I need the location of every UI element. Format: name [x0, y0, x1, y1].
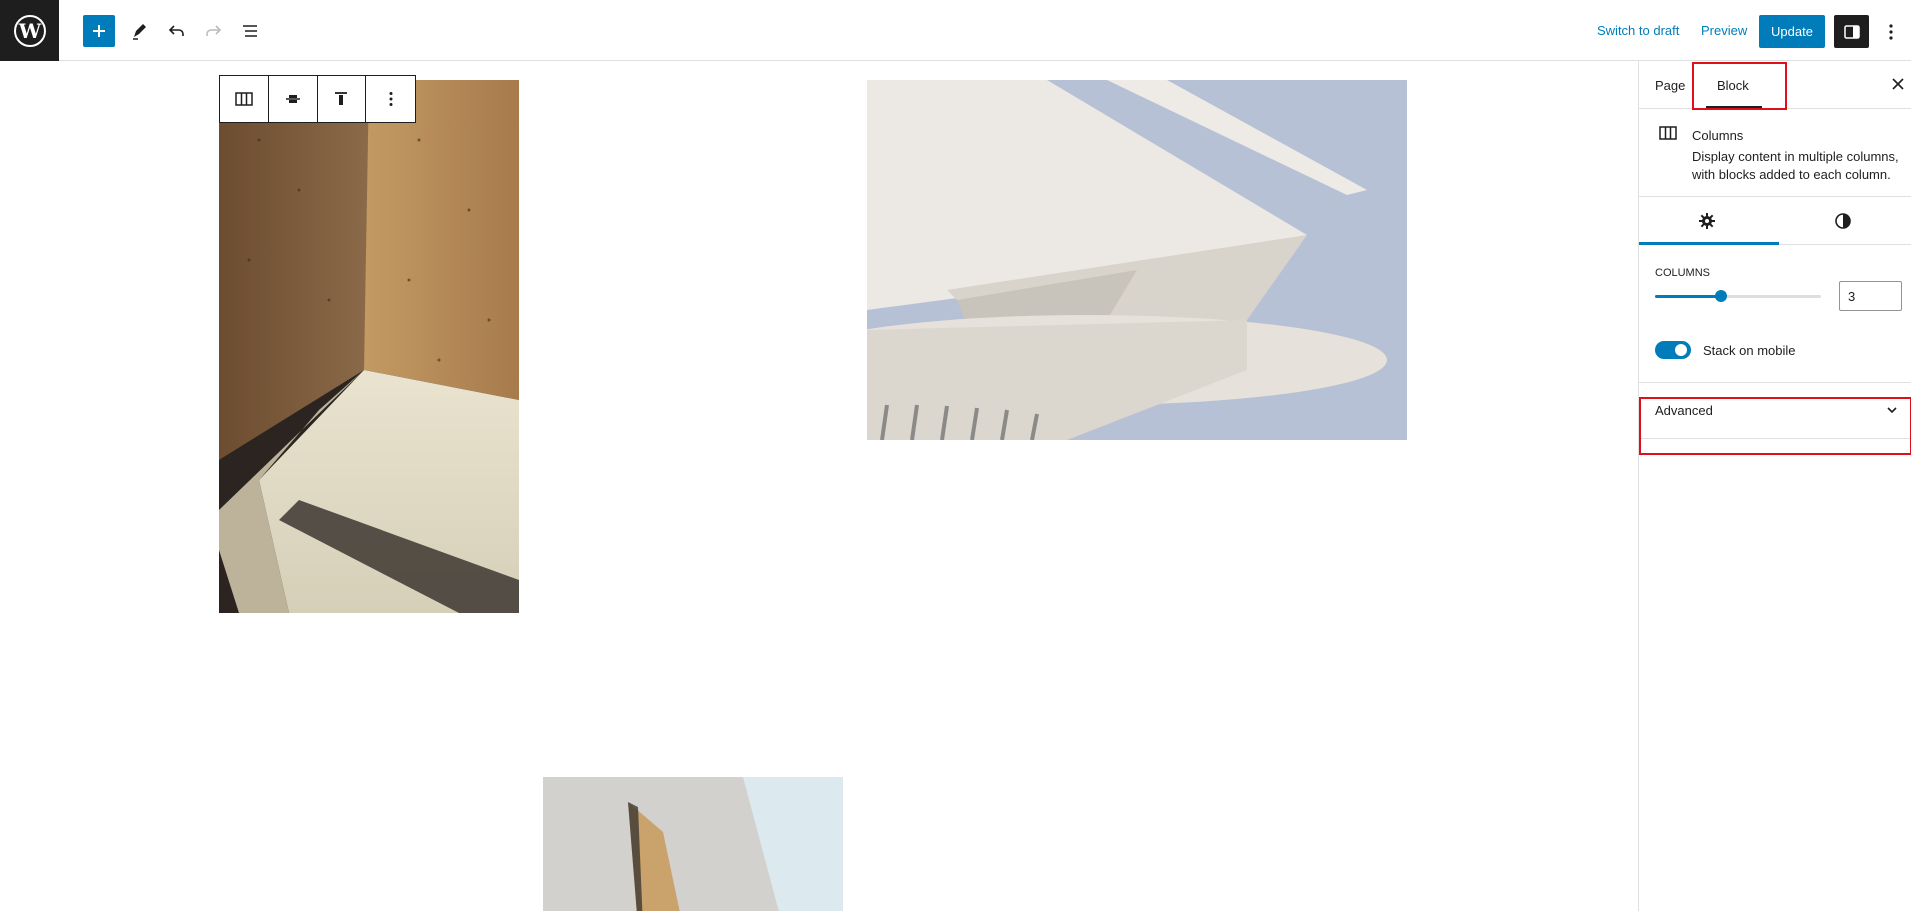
- editor-header: W Switch to draft Preview Update: [0, 0, 1911, 61]
- switch-to-draft-button[interactable]: Switch to draft: [1597, 23, 1679, 38]
- align-button[interactable]: [269, 76, 318, 122]
- redo-button[interactable]: [197, 15, 229, 47]
- wordpress-logo-icon[interactable]: W: [0, 0, 59, 61]
- block-card: Columns Display content in multiple colu…: [1639, 109, 1911, 197]
- image-block-1[interactable]: [219, 80, 519, 613]
- block-toolbar: [219, 75, 416, 123]
- tab-styles[interactable]: [1775, 197, 1911, 245]
- columns-slider-thumb[interactable]: [1715, 290, 1728, 302]
- columns-settings-panel: Columns Stack on mobile: [1639, 245, 1911, 383]
- preview-button[interactable]: Preview: [1701, 23, 1747, 38]
- list-view-icon: [243, 25, 257, 37]
- close-icon: [1892, 78, 1904, 90]
- columns-label: Columns: [1655, 267, 1711, 279]
- columns-slider[interactable]: [1655, 290, 1821, 302]
- settings-sidebar: Page Block Columns Display content in mu…: [1638, 61, 1911, 911]
- sidebar-tabs: Page Block: [1639, 61, 1911, 110]
- columns-number-input[interactable]: [1839, 281, 1902, 311]
- settings-toggle-button[interactable]: [1834, 15, 1869, 48]
- columns-icon: [1659, 126, 1677, 140]
- highlight-box-advanced: [1639, 397, 1911, 455]
- block-card-title: Columns: [1692, 128, 1744, 143]
- redo-icon: [206, 25, 222, 36]
- add-block-button[interactable]: [83, 15, 115, 47]
- stack-on-mobile-label: Stack on mobile: [1703, 343, 1796, 358]
- undo-button[interactable]: [161, 15, 193, 47]
- block-type-button[interactable]: [220, 76, 269, 122]
- close-sidebar-button[interactable]: [1889, 75, 1907, 93]
- editor-canvas[interactable]: [0, 61, 1638, 911]
- more-vertical-icon: [389, 92, 393, 106]
- styles-contrast-icon: [1835, 213, 1851, 229]
- highlight-box-block-tab: [1692, 62, 1787, 110]
- plus-icon: [93, 25, 105, 37]
- image-block-2[interactable]: [867, 80, 1407, 440]
- undo-icon: [168, 25, 184, 36]
- options-button[interactable]: [1878, 15, 1904, 48]
- block-inspector-tabs: [1639, 197, 1911, 245]
- align-top-icon: [335, 92, 348, 105]
- tab-page[interactable]: Page: [1655, 78, 1685, 93]
- tools-button[interactable]: [124, 15, 156, 47]
- settings-gear-icon: [1699, 213, 1715, 229]
- columns-icon: [235, 92, 253, 106]
- pencil-icon: [133, 24, 146, 40]
- sidebar-settings-icon: [1843, 24, 1860, 39]
- toggle-knob: [1675, 344, 1687, 356]
- image-block-3[interactable]: [543, 777, 843, 911]
- vertical-align-button[interactable]: [318, 76, 367, 122]
- svg-text:W: W: [17, 19, 41, 43]
- stack-on-mobile-toggle[interactable]: [1655, 341, 1691, 359]
- block-options-button[interactable]: [366, 76, 415, 122]
- list-view-button[interactable]: [234, 15, 266, 47]
- columns-slider-fill: [1655, 295, 1722, 298]
- align-center-icon: [285, 95, 300, 103]
- update-button[interactable]: Update: [1759, 15, 1825, 48]
- block-card-description: Display content in multiple columns, wit…: [1692, 149, 1899, 182]
- tab-settings[interactable]: [1639, 197, 1775, 245]
- more-vertical-icon: [1889, 23, 1893, 40]
